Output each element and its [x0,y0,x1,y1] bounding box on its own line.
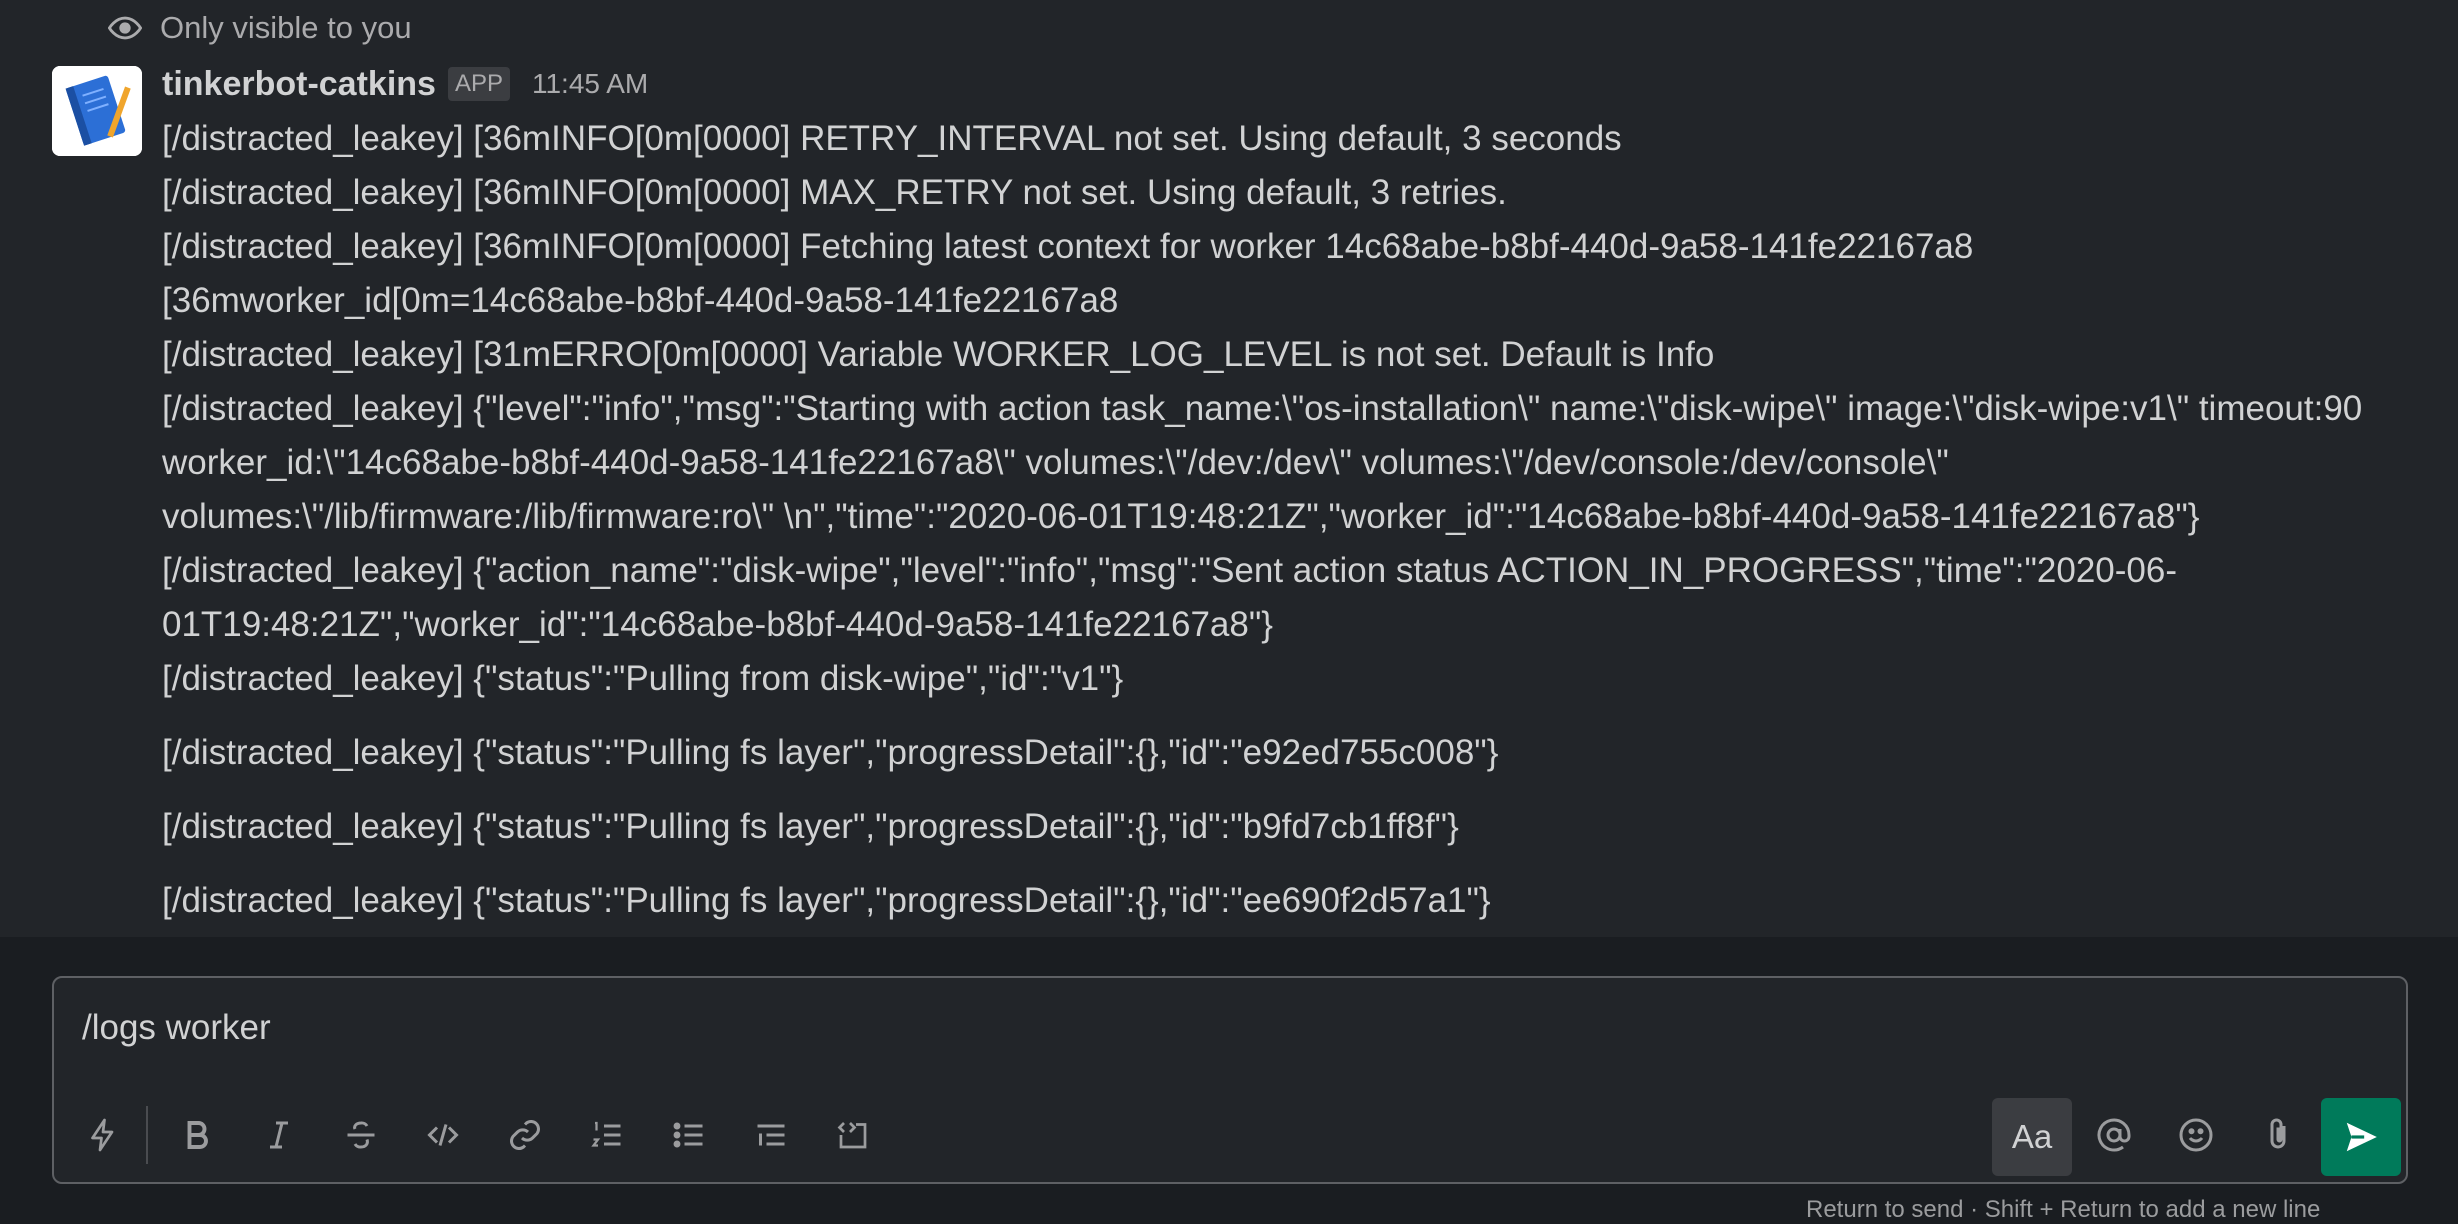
message-composer[interactable]: /logs worker Aa [52,976,2408,1184]
send-button[interactable] [2321,1098,2401,1176]
lightning-icon [91,1118,114,1152]
formatting-toolbar: Aa [54,1082,2406,1182]
visibility-note: Only visible to you [108,10,412,46]
message-input[interactable]: /logs worker [82,1008,271,1048]
log-line: [/distracted_leakey] [31mERRO[0m[0000] V… [162,335,1715,374]
blockquote-icon [757,1124,785,1146]
blockquote-button[interactable] [740,1104,802,1166]
bold-icon [187,1121,208,1149]
send-icon [2346,1122,2377,1152]
link-button[interactable] [494,1104,556,1166]
toolbar-divider [146,1106,148,1164]
code-button[interactable] [412,1104,474,1166]
log-line: [/distracted_leakey] {"status":"Pulling … [162,807,1459,846]
link-icon [510,1120,540,1150]
bold-button[interactable] [166,1104,228,1166]
ordered-list-button[interactable] [576,1104,638,1166]
attach-button[interactable] [2247,1104,2309,1166]
at-sign-icon [2097,1118,2131,1152]
log-line: [36mworker_id[0m=14c68abe-b8bf-440d-9a58… [162,281,1119,320]
log-line: [/distracted_leakey] [36mINFO[0m[0000] M… [162,173,1507,212]
sender-name[interactable]: tinkerbot-catkins [162,65,436,104]
code-icon [427,1124,459,1146]
eye-icon [108,16,142,40]
message-header: tinkerbot-catkins APP 11:45 AM [162,62,648,106]
log-line: [/distracted_leakey] {"action_name":"dis… [162,551,2177,644]
code-block-icon [837,1122,867,1149]
paperclip-icon [2270,1118,2286,1149]
formatting-toggle-button[interactable]: Aa [1992,1098,2072,1176]
avatar[interactable] [52,66,142,156]
log-line: [/distracted_leakey] [36mINFO[0m[0000] F… [162,227,1974,266]
code-block-button[interactable] [822,1104,884,1166]
shortcuts-button[interactable] [72,1104,134,1166]
message-pane: Only visible to you tinkerbot-catkins AP… [0,0,2458,937]
notebook-avatar-icon [52,66,142,156]
emoji-icon [2179,1118,2213,1152]
bulleted-list-icon [673,1122,703,1148]
ordered-list-icon [591,1121,621,1147]
app-badge: APP [447,67,510,101]
message-body: [/distracted_leakey] [36mINFO[0m[0000] R… [162,112,2432,928]
italic-button[interactable] [248,1104,310,1166]
mention-button[interactable] [2083,1104,2145,1166]
visibility-text: Only visible to you [160,10,412,45]
log-line: [/distracted_leakey] {"status":"Pulling … [162,881,1491,920]
log-line: [/distracted_leakey] [36mINFO[0m[0000] R… [162,119,1622,158]
strikethrough-icon [347,1121,375,1149]
log-line: [/distracted_leakey] {"status":"Pulling … [162,659,1124,698]
message-timestamp[interactable]: 11:45 AM [532,68,648,100]
emoji-button[interactable] [2165,1104,2227,1166]
bulleted-list-button[interactable] [658,1104,720,1166]
log-line: [/distracted_leakey] {"status":"Pulling … [162,733,1499,772]
log-line: [/distracted_leakey] {"level":"info","ms… [162,389,2363,536]
strikethrough-button[interactable] [330,1104,392,1166]
italic-icon [270,1121,288,1149]
composer-hint: Return to send · Shift + Return to add a… [1806,1196,2321,1223]
